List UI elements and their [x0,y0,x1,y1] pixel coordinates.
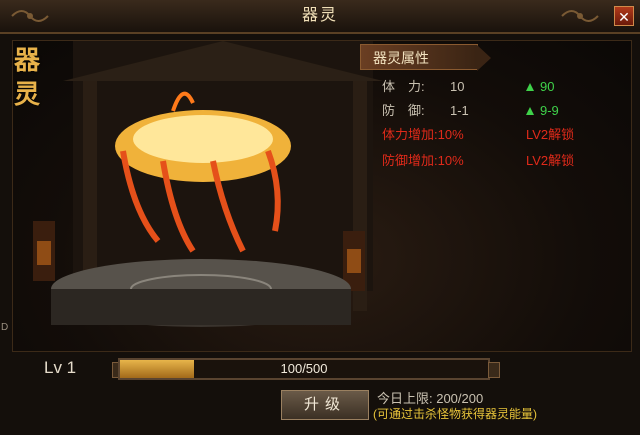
stat-upgrade: 9-9 [526,102,559,120]
spirit-window: 器灵 ✕ 器 灵 器灵属性 体 力: 10 90 防 御: 1-1 9-9 体力… [0,0,640,435]
bonus-row: 防御增加:10% [382,152,464,170]
stat-upgrade-value: 9-9 [540,103,559,118]
level-label: Lv 1 [44,358,77,377]
stat-row: 体 力: 10 [382,78,464,96]
ornament-icon [561,10,599,22]
title-bar: 器灵 ✕ [0,0,640,34]
bonus-lock: LV2解锁 [526,153,575,168]
attribute-panel-header: 器灵属性 [360,44,491,71]
energy-hint: (可通过击杀怪物获得器灵能量) [373,407,537,421]
bonus-lock: LV2解锁 [526,127,575,142]
stat-row: 防 御: 1-1 [382,102,469,120]
side-title-char: 器 [14,46,41,76]
side-title-char: 灵 [14,80,41,110]
stat-value: 1-1 [450,103,469,118]
upgrade-button[interactable]: 升级 [281,390,369,420]
bonus-label: 防御增加: [382,153,438,168]
bar-cap-right [488,362,500,378]
stat-upgrade: 90 [526,78,554,96]
stat-label: 防 御: [382,103,425,118]
edge-label: D [1,322,9,333]
energy-progress-bar: 100/500 [118,358,490,380]
stat-upgrade-value: 90 [540,79,555,94]
attribute-panel: 器灵属性 体 力: 10 90 防 御: 1-1 9-9 体力增加:10% LV2解… [360,44,622,184]
up-arrow-icon [526,107,534,115]
bonus-label: 体力增加: [382,127,438,142]
bonus-value: 10% [437,127,464,142]
stat-value: 10 [450,79,465,94]
bonus-value: 10% [437,153,464,168]
window-title: 器灵 [301,7,338,24]
energy-progress-text: 100/500 [280,361,328,376]
bonus-row: 体力增加:10% [382,126,464,144]
close-button[interactable]: ✕ [614,6,634,26]
up-arrow-icon [526,83,534,91]
side-title: 器 灵 [14,44,44,112]
stat-label: 体 力: [382,79,425,94]
